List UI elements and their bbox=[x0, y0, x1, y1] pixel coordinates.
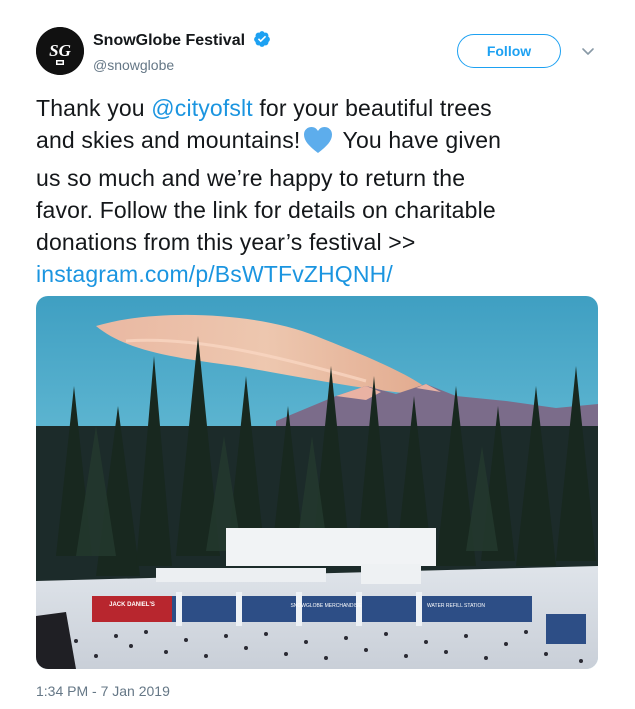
avatar-logo: SG bbox=[49, 41, 71, 60]
tweet-line-4: favor. Follow the link for details on ch… bbox=[36, 197, 496, 223]
tweet-line-5: donations from this year’s festival >> bbox=[36, 229, 416, 255]
tweet-line-1: Thank you @cityofslt for your beautiful … bbox=[36, 95, 492, 121]
tweet-text: Thank you @cityofslt for your beautiful … bbox=[36, 92, 606, 290]
chevron-down-icon[interactable] bbox=[581, 44, 595, 58]
blue-heart-icon bbox=[303, 126, 333, 162]
follow-button[interactable]: Follow bbox=[457, 34, 561, 68]
tweet-photo[interactable]: JACK DANIEL'S SNOWGLOBE MERCHANDISE WATE… bbox=[36, 296, 598, 669]
water-banner: WATER REFILL STATION bbox=[427, 603, 485, 609]
tweet-line-3: us so much and we’re happy to return the bbox=[36, 165, 466, 191]
mention-link[interactable]: @cityofslt bbox=[151, 95, 253, 121]
tweet-timestamp[interactable]: 1:34 PM - 7 Jan 2019 bbox=[36, 683, 170, 699]
tweet-header: SG SnowGlobe Festival @snowglobe Follow bbox=[36, 27, 606, 83]
jack-daniels-banner: JACK DANIEL'S bbox=[109, 602, 155, 608]
display-name[interactable]: SnowGlobe Festival bbox=[93, 32, 245, 49]
account-names: SnowGlobe Festival @snowglobe bbox=[93, 30, 271, 74]
account-handle[interactable]: @snowglobe bbox=[93, 56, 271, 74]
avatar[interactable]: SG bbox=[36, 27, 84, 75]
instagram-link[interactable]: instagram.com/p/BsWTFvZHQNH/ bbox=[36, 258, 606, 290]
tweet-line-2: and skies and mountains! You have given bbox=[36, 124, 606, 162]
verified-badge-icon bbox=[253, 30, 271, 53]
merch-banner: SNOWGLOBE MERCHANDISE bbox=[290, 603, 362, 609]
